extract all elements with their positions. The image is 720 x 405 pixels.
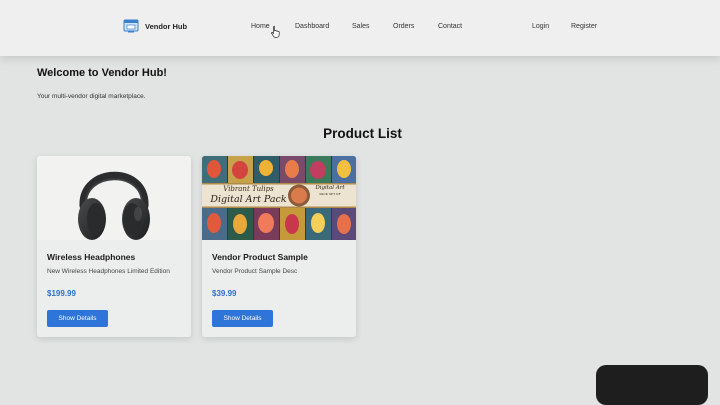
welcome-subtitle: Your multi-vendor digital marketplace. [37, 93, 146, 100]
art-pack-badge-sub: PACK SET OF [319, 192, 341, 196]
product-image-headphones [37, 156, 191, 240]
product-title[interactable]: Vendor Product Sample [212, 252, 308, 262]
show-details-button[interactable]: Show Details [47, 310, 108, 327]
art-pack-banner-text: Vibrant Tulips Digital Art Pack [207, 185, 290, 205]
pointer-cursor-icon [271, 26, 280, 38]
product-title[interactable]: Wireless Headphones [47, 252, 135, 262]
product-list-heading: Product List [323, 126, 402, 141]
storefront-icon [123, 19, 139, 33]
product-card: Wireless Headphones New Wireless Headpho… [37, 156, 191, 337]
nav-link-orders[interactable]: Orders [393, 23, 414, 30]
headphones-image [78, 171, 150, 240]
product-image-tulip-art-pack: Vibrant Tulips Digital Art Pack Digital … [202, 156, 356, 240]
brand-name: Vendor Hub [145, 21, 188, 31]
welcome-heading: Welcome to Vendor Hub! [37, 67, 167, 79]
art-pack-badge: Digital Art PACK SET OF [315, 185, 345, 197]
top-navbar: Vendor Hub Home Dashboard Sales Orders C… [0, 0, 720, 56]
product-price: $39.99 [212, 289, 237, 298]
corner-overlay-tab [596, 365, 708, 405]
nav-link-dashboard[interactable]: Dashboard [295, 23, 329, 30]
art-pack-title: Digital Art Pack [210, 194, 287, 205]
show-details-button[interactable]: Show Details [212, 310, 273, 327]
nav-link-sales[interactable]: Sales [352, 23, 370, 30]
product-price: $199.99 [47, 289, 76, 298]
nav-link-home[interactable]: Home [251, 23, 270, 30]
product-description: Vendor Product Sample Desc [212, 268, 298, 275]
nav-link-register[interactable]: Register [571, 23, 597, 30]
brand-logo[interactable]: Vendor Hub [123, 18, 187, 34]
product-card: Vibrant Tulips Digital Art Pack Digital … [202, 156, 356, 337]
art-pack-subtitle: Vibrant Tulips [223, 185, 274, 193]
product-description: New Wireless Headphones Limited Edition [47, 268, 170, 275]
nav-link-contact[interactable]: Contact [438, 23, 462, 30]
nav-link-login[interactable]: Login [532, 23, 549, 30]
